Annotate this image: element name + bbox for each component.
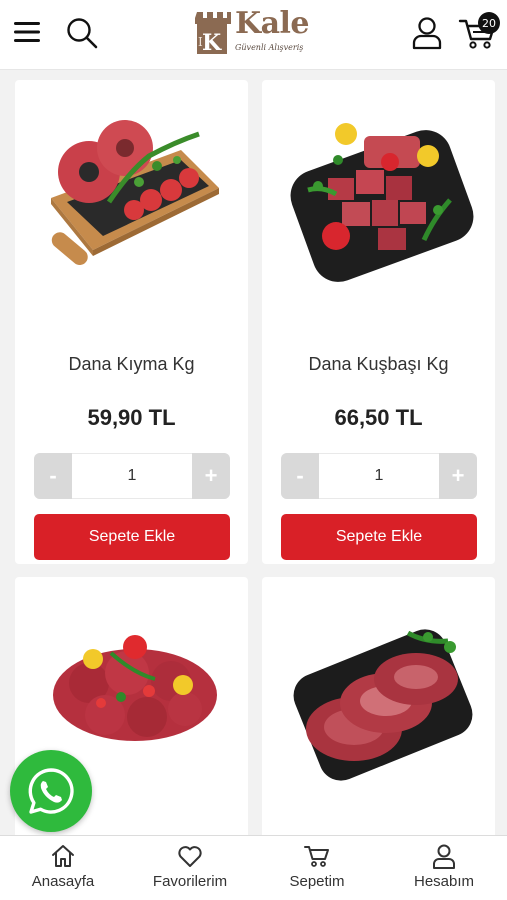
search-icon[interactable] [64,15,100,51]
svg-text:I: I [198,35,203,49]
brand-logo[interactable]: K I Kale Güvenli Alışveriş [195,6,313,62]
menu-icon[interactable] [10,15,44,49]
whatsapp-button[interactable] [10,750,92,832]
add-to-cart-button[interactable]: Sepete Ekle [281,514,477,560]
user-icon [433,844,455,869]
product-name[interactable]: Dana Kuşbaşı Kg [262,354,495,375]
product-card[interactable] [262,577,495,835]
whatsapp-icon [28,768,74,814]
quantity-plus-button[interactable]: + [192,453,230,499]
logo-name: Kale [235,6,310,41]
product-image [293,629,473,781]
nav-cart[interactable]: Sepetim [254,836,380,900]
logo-slogan: Güvenli Alışveriş [235,43,304,52]
castle-logo-icon: K I [195,12,231,56]
product-card[interactable]: Dana Kıyma Kg 59,90 TL - + Sepete Ekle [15,80,248,564]
cart-button[interactable]: 20 [456,12,500,52]
svg-text:K: K [202,30,222,56]
home-icon [52,845,74,867]
nav-favorites[interactable]: Favorilerim [127,836,253,900]
quantity-plus-button[interactable]: + [439,453,477,499]
nav-label: Favorilerim [152,873,228,890]
quantity-input[interactable] [319,454,439,498]
product-card[interactable]: Dana Kuşbaşı Kg 66,50 TL - + Sepete Ekle [262,80,495,564]
product-price: 66,50 TL [334,405,423,430]
cart-icon [304,846,329,867]
quantity-stepper: - + [34,453,230,499]
nav-home[interactable]: Anasayfa [0,836,126,900]
quantity-minus-button[interactable]: - [281,453,319,499]
product-image [51,120,219,265]
nav-label: Sepetim [289,873,345,890]
product-image [290,123,474,282]
heart-icon [178,846,202,867]
cart-count-badge: 20 [478,12,500,34]
nav-label: Hesabım [413,873,475,890]
product-price: 59,90 TL [87,405,176,430]
product-grid: Dana Kıyma Kg 59,90 TL - + Sepete Ekle [0,70,507,835]
quantity-minus-button[interactable]: - [34,453,72,499]
top-bar: K I Kale Güvenli Alışveriş 20 [0,0,507,70]
bottom-nav: Anasayfa Favorilerim Sepetim Hesabım [0,835,507,900]
product-name[interactable]: Dana Kıyma Kg [15,354,248,375]
user-icon[interactable] [408,14,446,52]
nav-account[interactable]: Hesabım [381,836,507,900]
quantity-stepper: - + [281,453,477,499]
nav-label: Anasayfa [31,873,95,890]
add-to-cart-button[interactable]: Sepete Ekle [34,514,230,560]
quantity-input[interactable] [72,454,192,498]
